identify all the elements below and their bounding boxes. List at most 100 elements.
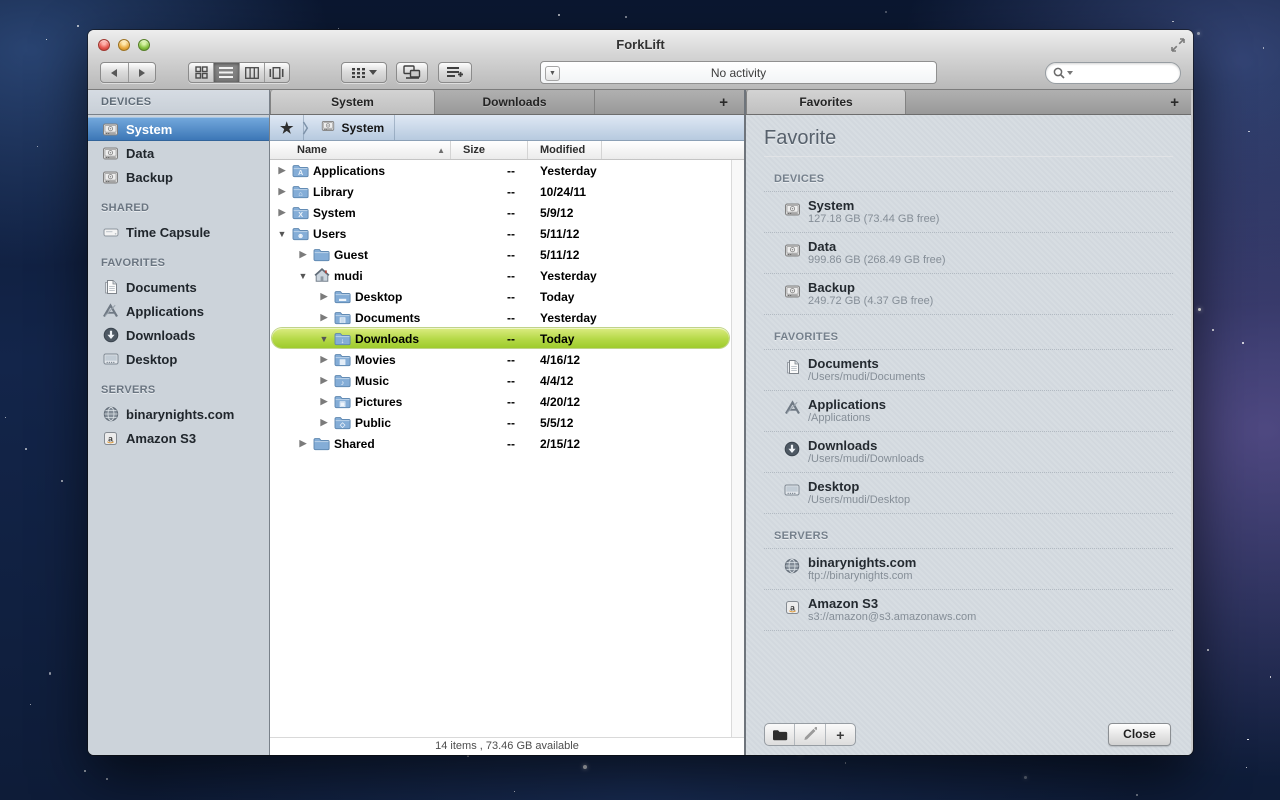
list-view-button[interactable] xyxy=(213,63,238,82)
file-row-movies[interactable]: ▶ ▦ Movies -- 4/16/12 xyxy=(270,349,731,370)
forklift-window: ForkLift xyxy=(88,30,1193,755)
file-name: Downloads xyxy=(355,332,419,346)
panel-item-backup[interactable]: Backup249.72 GB (4.37 GB free) xyxy=(764,274,1173,315)
disclosure-collapsed-icon[interactable]: ▶ xyxy=(274,165,290,176)
new-tab-button-left[interactable]: + xyxy=(719,90,728,114)
sidebar-item-applications[interactable]: Applications xyxy=(88,299,269,323)
folder-music-icon: ♪ xyxy=(334,373,351,388)
forward-button[interactable] xyxy=(128,63,156,82)
file-row-public[interactable]: ▶ ◇ Public -- 5/5/12 xyxy=(270,412,731,433)
view-options-button[interactable] xyxy=(341,62,387,83)
sort-ascending-icon: ▲ xyxy=(437,146,445,155)
sidebar-item-system[interactable]: System xyxy=(88,117,269,141)
window-titlebar[interactable]: ForkLift xyxy=(88,30,1193,90)
folder-icon xyxy=(313,247,330,262)
s3-icon: a xyxy=(102,430,119,447)
new-group-button[interactable] xyxy=(765,724,794,745)
panel-item-documents[interactable]: Documents/Users/mudi/Documents xyxy=(764,350,1173,391)
sidebar-item-downloads[interactable]: Downloads xyxy=(88,323,269,347)
folder-icon xyxy=(313,436,330,451)
file-modified: 4/4/12 xyxy=(540,374,573,388)
file-size: -- xyxy=(451,437,515,451)
disclosure-collapsed-icon[interactable]: ▶ xyxy=(316,375,332,386)
add-favorite-button[interactable]: + xyxy=(825,724,855,745)
tab-favorites[interactable]: Favorites xyxy=(746,90,906,114)
sidebar-item-amazon-s3[interactable]: a Amazon S3 xyxy=(88,426,269,450)
applications-icon xyxy=(102,303,119,320)
disclosure-collapsed-icon[interactable]: ▶ xyxy=(295,438,311,449)
disclosure-collapsed-icon[interactable]: ▶ xyxy=(316,291,332,302)
disclosure-collapsed-icon[interactable]: ▶ xyxy=(274,207,290,218)
file-row-users[interactable]: ▼ ☻ Users -- 5/11/12 xyxy=(270,223,731,244)
file-row-documents[interactable]: ▶ ▤ Documents -- Yesterday xyxy=(270,307,731,328)
grid-options-icon xyxy=(352,68,365,78)
close-button[interactable]: Close xyxy=(1108,723,1171,746)
tab-system[interactable]: System xyxy=(270,90,435,114)
tab-downloads[interactable]: Downloads xyxy=(435,90,595,114)
column-view-button[interactable] xyxy=(239,63,264,82)
file-name: Guest xyxy=(334,248,368,262)
file-row-system[interactable]: ▶ X System -- 5/9/12 xyxy=(270,202,731,223)
disclosure-collapsed-icon[interactable]: ▶ xyxy=(316,417,332,428)
sidebar-item-data[interactable]: Data xyxy=(88,141,269,165)
disclosure-collapsed-icon[interactable]: ▶ xyxy=(274,186,290,197)
fullscreen-icon[interactable] xyxy=(1170,37,1186,53)
disclosure-collapsed-icon[interactable]: ▶ xyxy=(316,354,332,365)
sidebar-item-documents[interactable]: Documents xyxy=(88,275,269,299)
svg-text:▣: ▣ xyxy=(339,399,346,408)
back-button[interactable] xyxy=(101,63,128,82)
disclosure-expanded-icon[interactable]: ▼ xyxy=(295,271,311,281)
panel-item-downloads[interactable]: Downloads/Users/mudi/Downloads xyxy=(764,432,1173,473)
sync-browse-button[interactable] xyxy=(396,62,428,83)
file-row-mudi[interactable]: ▼ mudi -- Yesterday xyxy=(270,265,731,286)
sidebar-item-backup[interactable]: Backup xyxy=(88,165,269,189)
file-row-desktop[interactable]: ▶ ▬ Desktop -- Today xyxy=(270,286,731,307)
disclosure-collapsed-icon[interactable]: ▶ xyxy=(295,249,311,260)
disclosure-expanded-icon[interactable]: ▼ xyxy=(274,229,290,239)
column-header-size[interactable]: Size xyxy=(451,141,528,159)
search-scope-chevron-icon xyxy=(1067,71,1073,75)
panel-item-applications[interactable]: Applications/Applications xyxy=(764,391,1173,432)
file-pane: ★ 〉 System Name ▲ Size Modified ▶ A Appl… xyxy=(270,115,746,755)
new-tab-button-right[interactable]: + xyxy=(1170,90,1179,114)
edit-favorite-button[interactable] xyxy=(794,724,824,745)
search-input[interactable] xyxy=(1075,65,1180,81)
panel-item-data[interactable]: Data999.86 GB (268.49 GB free) xyxy=(764,233,1173,274)
panel-item-amazon-s3[interactable]: a Amazon S3s3://amazon@s3.amazonaws.com xyxy=(764,590,1173,631)
file-row-applications[interactable]: ▶ A Applications -- Yesterday xyxy=(270,160,731,181)
file-row-music[interactable]: ▶ ♪ Music -- 4/4/12 xyxy=(270,370,731,391)
sidebar-item-binarynights-com[interactable]: binarynights.com xyxy=(88,402,269,426)
panel-title: Favorite xyxy=(764,127,1173,150)
column-header-name[interactable]: Name ▲ xyxy=(270,141,451,159)
disclosure-collapsed-icon[interactable]: ▶ xyxy=(316,312,332,323)
search-field[interactable] xyxy=(1045,62,1181,84)
file-row-library[interactable]: ▶ ⌂ Library -- 10/24/11 xyxy=(270,181,731,202)
favorites-action-buttons: + xyxy=(764,723,856,746)
sidebar-item-time-capsule[interactable]: Time Capsule xyxy=(88,220,269,244)
file-row-guest[interactable]: ▶ Guest -- 5/11/12 xyxy=(270,244,731,265)
panel-section-devices: DEVICES System127.18 GB (73.44 GB free) … xyxy=(764,169,1173,315)
svg-text:▬: ▬ xyxy=(339,294,347,303)
panel-item-binarynights-com[interactable]: binarynights.comftp://binarynights.com xyxy=(764,549,1173,590)
coverflow-view-button[interactable] xyxy=(264,63,289,82)
panel-item-desktop[interactable]: Desktop/Users/mudi/Desktop xyxy=(764,473,1173,514)
disclosure-expanded-icon[interactable]: ▼ xyxy=(316,334,332,344)
file-size: -- xyxy=(451,206,515,220)
column-header-modified[interactable]: Modified xyxy=(528,141,602,159)
sidebar-section-header-devices: DEVICES xyxy=(88,90,270,115)
disclosure-collapsed-icon[interactable]: ▶ xyxy=(316,396,332,407)
icon-view-button[interactable] xyxy=(189,63,213,82)
file-row-pictures[interactable]: ▶ ▣ Pictures -- 4/20/12 xyxy=(270,391,731,412)
favorites-star-crumb[interactable]: ★ xyxy=(270,115,304,140)
panel-item-system[interactable]: System127.18 GB (73.44 GB free) xyxy=(764,192,1173,233)
add-queue-button[interactable] xyxy=(438,62,472,83)
coverflow-view-icon xyxy=(269,67,284,79)
globe-icon xyxy=(102,406,119,423)
file-row-shared[interactable]: ▶ Shared -- 2/15/12 xyxy=(270,433,731,454)
file-modified: 10/24/11 xyxy=(540,185,586,199)
breadcrumb-system[interactable]: System xyxy=(311,115,395,140)
file-row-downloads[interactable]: ▼ ↓ Downloads -- Today xyxy=(270,328,731,349)
sidebar-item-desktop[interactable]: Desktop xyxy=(88,347,269,371)
file-list-scrollbar[interactable] xyxy=(731,160,744,737)
svg-text:♪: ♪ xyxy=(341,378,345,387)
